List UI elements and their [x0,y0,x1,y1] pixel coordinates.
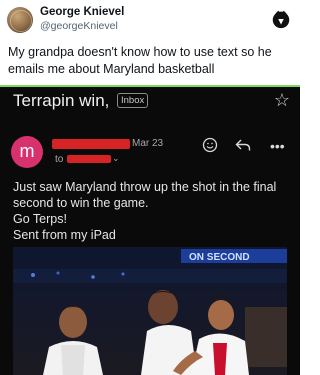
basketball-photo[interactable]: ON SECOND [13,247,287,375]
redacted-recipient [67,155,111,163]
email-date: Mar 23 [132,138,164,149]
star-icon[interactable]: ☆ [274,90,290,111]
arena-sign-text: ON SECOND [189,252,250,263]
email-body-line: Just saw Maryland throw up the shot in t… [13,180,277,194]
email-body-line: Sent from my iPad [13,228,116,242]
emoji-icon[interactable] [202,137,218,153]
tweet-card: George Knievel @georgeKnievel My grandpa… [0,0,300,87]
redacted-sender-name [52,139,130,149]
user-handle[interactable]: @georgeKnievel [40,20,118,32]
user-avatar[interactable] [7,7,33,33]
email-body: Just saw Maryland throw up the shot in t… [13,179,293,243]
tweet-text-line: My grandpa doesn't know how to use text … [8,45,272,59]
email-subject: Terrapin win, [13,91,110,110]
inbox-badge[interactable]: Inbox [117,93,149,108]
email-screenshot: Terrapin win, Inbox ☆ m Mar 23 to ⌄ ••• … [0,87,300,375]
draftkings-crown-logo-icon [272,10,290,29]
tweet-text-line: emails me about Maryland basketball [8,62,215,76]
photo-illustration: ON SECOND [13,247,287,375]
sender-avatar[interactable]: m [11,136,43,168]
to-label: to [55,154,64,165]
email-body-line: second to win the game. [13,196,149,210]
chevron-down-icon[interactable]: ⌄ [112,153,120,164]
more-options-icon[interactable]: ••• [270,138,285,154]
tweet-text: My grandpa doesn't know how to use text … [8,44,294,78]
email-body-line: Go Terps! [13,212,67,226]
reply-icon[interactable] [235,138,251,152]
display-name[interactable]: George Knievel [40,6,124,18]
